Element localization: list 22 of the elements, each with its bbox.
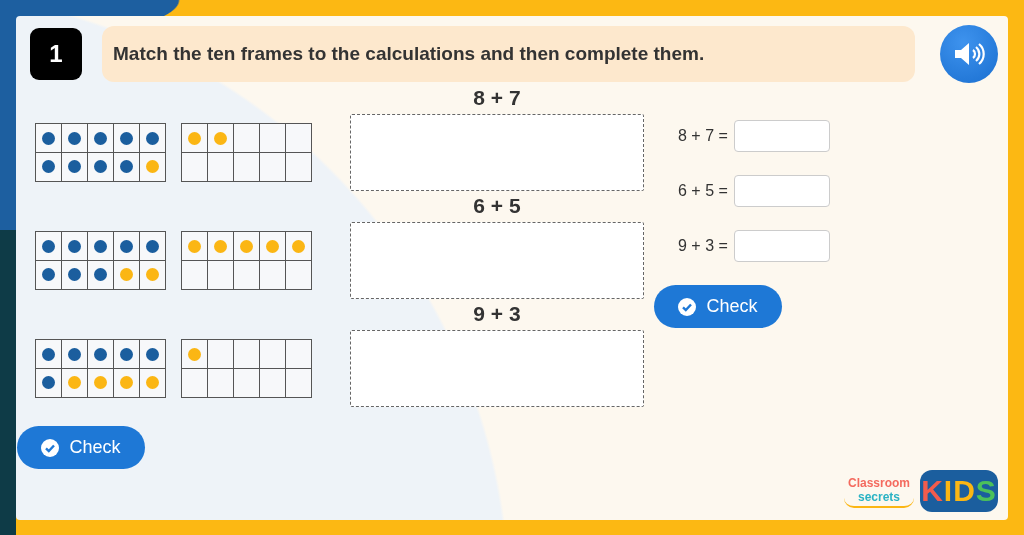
checkmark-icon	[678, 297, 697, 316]
equation-text: 8 + 7 =	[678, 127, 728, 145]
drop-zone[interactable]	[350, 114, 644, 191]
check-button[interactable]: Check	[17, 426, 145, 469]
kids-logo: KIDS	[920, 470, 998, 512]
answer-field[interactable]	[733, 175, 830, 207]
answer-field[interactable]	[733, 120, 830, 152]
equation-text: 9 + 3 =	[678, 237, 728, 255]
checkmark-icon	[41, 438, 60, 457]
answer-field[interactable]	[733, 230, 830, 262]
speaker-icon	[953, 42, 985, 66]
drop-zone[interactable]	[350, 330, 644, 407]
check-button[interactable]: Check	[654, 285, 782, 328]
instruction-text: Match the ten frames to the calculations and then complete them.	[102, 26, 915, 82]
speaker-button[interactable]	[940, 25, 998, 83]
calculation-label: 8 + 7	[473, 86, 521, 110]
calculation-label: 6 + 5	[473, 194, 521, 218]
drop-zone[interactable]	[350, 222, 644, 299]
question-number: 1	[30, 28, 82, 80]
calculation-label: 9 + 3	[473, 302, 521, 326]
brand-logo: Classroom secrets	[843, 474, 914, 508]
equation-text: 6 + 5 =	[678, 182, 728, 200]
